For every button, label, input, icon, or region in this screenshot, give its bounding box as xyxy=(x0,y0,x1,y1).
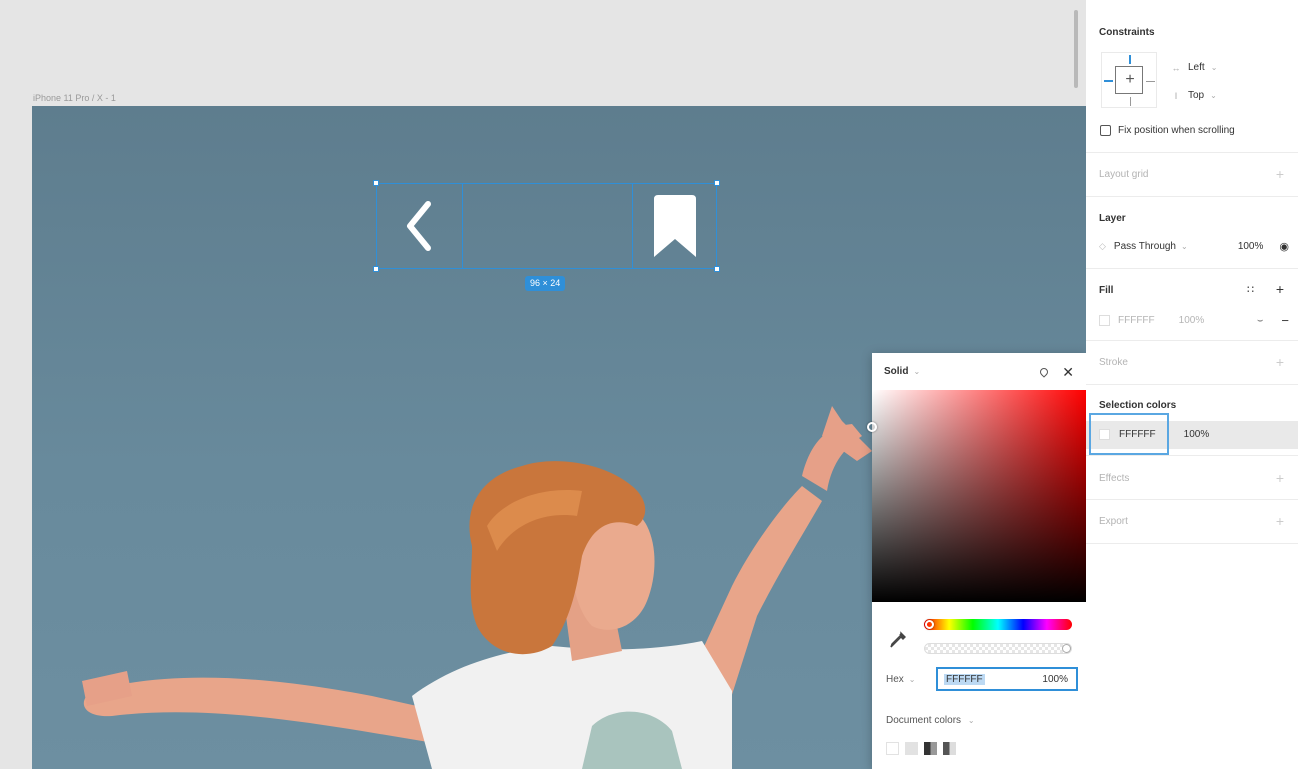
effects-section: Effects + xyxy=(1086,456,1298,500)
remove-fill-minus-icon[interactable]: − xyxy=(1281,313,1289,328)
fill-row: FFFFFF 100% ⌣ − xyxy=(1099,313,1289,328)
vertical-constraint-value: Top xyxy=(1188,90,1205,101)
stroke-section: Stroke + xyxy=(1086,341,1298,385)
constraint-bottom-line[interactable] xyxy=(1130,97,1131,106)
design-canvas[interactable]: iPhone 11 Pro / X - 1 96 × 24 Solid ⌄ ✕ … xyxy=(0,0,1086,769)
color-picker-header: Solid ⌄ ✕ xyxy=(872,353,1086,390)
horizontal-constraint-select[interactable]: ↔ Left ⌄ xyxy=(1170,62,1218,73)
chevron-down-icon[interactable]: ⌄ xyxy=(909,675,916,684)
figma-editor: iPhone 11 Pro / X - 1 96 × 24 Solid ⌄ ✕ … xyxy=(0,0,1298,769)
document-swatch[interactable] xyxy=(943,742,956,755)
effects-title: Effects xyxy=(1099,473,1130,484)
chevron-down-icon[interactable]: ⌄ xyxy=(1181,242,1188,251)
add-fill-plus-icon[interactable]: + xyxy=(1276,282,1284,296)
fill-mode-select[interactable]: Solid xyxy=(884,366,908,377)
document-swatches xyxy=(886,742,956,755)
constraint-top-line[interactable] xyxy=(1129,55,1131,64)
color-picker-popover[interactable]: Solid ⌄ ✕ Hex ⌄ FFFFFF 100% Document col… xyxy=(867,353,1086,769)
properties-panel: Constraints + ↔ Left ⌄ I Top ⌄ Fix posit… xyxy=(1086,0,1298,769)
constraint-right-line[interactable] xyxy=(1146,81,1155,82)
layout-grid-title: Layout grid xyxy=(1099,169,1149,180)
chevron-down-icon: ⌄ xyxy=(1210,63,1218,72)
fill-hex-input[interactable]: FFFFFF xyxy=(1118,315,1155,326)
blend-mode-select[interactable]: Pass Through xyxy=(1114,241,1176,252)
layer-opacity-input[interactable]: 100% xyxy=(1238,241,1264,252)
fix-position-checkbox[interactable] xyxy=(1100,125,1111,136)
hex-input-value[interactable]: FFFFFF xyxy=(944,673,985,685)
document-colors-select[interactable]: Document colors ⌄ xyxy=(886,715,975,726)
document-colors-label: Document colors xyxy=(886,715,962,726)
selection-colors-title: Selection colors xyxy=(1099,400,1177,411)
vertical-constraint-select[interactable]: I Top ⌄ xyxy=(1170,90,1217,101)
selection-divider xyxy=(462,184,463,268)
resize-handle-top-right[interactable] xyxy=(714,180,720,186)
document-swatch[interactable] xyxy=(886,742,899,755)
layer-row: ◇ Pass Through ⌄ 100% ◉ xyxy=(1099,240,1289,253)
saturation-brightness-field[interactable] xyxy=(867,390,1086,602)
selection-size-badge: 96 × 24 xyxy=(525,276,566,291)
selection-color-opacity[interactable]: 100% xyxy=(1184,429,1210,440)
blend-mode-icon: ◇ xyxy=(1099,241,1106,251)
hex-input[interactable]: FFFFFF 100% xyxy=(936,667,1078,691)
layer-title: Layer xyxy=(1099,213,1126,224)
fill-title: Fill xyxy=(1099,285,1114,296)
document-swatch[interactable] xyxy=(905,742,918,755)
hue-slider-knob[interactable] xyxy=(925,620,934,629)
chevron-down-icon[interactable]: ⌄ xyxy=(913,367,920,376)
fill-swatch[interactable] xyxy=(1099,315,1110,326)
add-layout-grid-plus-icon[interactable]: + xyxy=(1276,167,1284,181)
stroke-title: Stroke xyxy=(1099,357,1128,368)
export-section: Export + xyxy=(1086,500,1298,544)
selection-color-highlight xyxy=(1089,413,1169,455)
constraint-left-line[interactable] xyxy=(1104,80,1113,82)
vertical-constraint-icon: I xyxy=(1174,90,1178,101)
bookmark-icon[interactable] xyxy=(650,193,700,259)
fill-section: Fill ∷ + FFFFFF 100% ⌣ − xyxy=(1086,269,1298,341)
frame-label[interactable]: iPhone 11 Pro / X - 1 xyxy=(33,93,116,103)
resize-handle-top-left[interactable] xyxy=(373,180,379,186)
document-swatch[interactable] xyxy=(924,742,937,755)
add-stroke-plus-icon[interactable]: + xyxy=(1276,355,1284,369)
color-format-select[interactable]: Hex xyxy=(886,674,904,685)
style-drop-icon[interactable] xyxy=(1038,365,1050,378)
plus-icon: + xyxy=(1125,71,1135,88)
horizontal-constraint-value: Left xyxy=(1188,62,1205,73)
chevron-down-icon: ⌄ xyxy=(1210,91,1217,100)
constraints-title: Constraints xyxy=(1099,27,1155,38)
opacity-slider-knob[interactable] xyxy=(1062,644,1071,653)
fill-styles-grid-icon[interactable]: ∷ xyxy=(1247,283,1254,296)
horizontal-constraint-icon: ↔ xyxy=(1171,62,1181,73)
add-export-plus-icon[interactable]: + xyxy=(1276,514,1284,528)
hex-row: Hex ⌄ FFFFFF 100% xyxy=(886,667,1078,691)
eyedropper-icon[interactable] xyxy=(889,631,907,649)
opacity-input[interactable]: 100% xyxy=(1042,674,1068,685)
constraints-section: Constraints + ↔ Left ⌄ I Top ⌄ Fix posit… xyxy=(1086,0,1298,153)
back-chevron-icon[interactable] xyxy=(400,198,436,254)
color-knob[interactable] xyxy=(867,422,877,432)
chevron-down-icon[interactable]: ⌄ xyxy=(968,716,975,725)
close-icon[interactable]: ✕ xyxy=(1062,365,1074,379)
selection-divider xyxy=(632,184,633,268)
eye-closed-icon[interactable]: ⌣ xyxy=(1257,315,1264,326)
opacity-slider[interactable] xyxy=(924,643,1072,654)
export-title: Export xyxy=(1099,516,1128,527)
layout-grid-section: Layout grid + xyxy=(1086,153,1298,197)
canvas-scrollbar[interactable] xyxy=(1074,10,1078,88)
add-effect-plus-icon[interactable]: + xyxy=(1276,471,1284,485)
constraints-widget[interactable]: + xyxy=(1101,52,1157,108)
hue-slider[interactable] xyxy=(924,619,1072,630)
resize-handle-bottom-left[interactable] xyxy=(373,266,379,272)
fill-opacity-input[interactable]: 100% xyxy=(1179,315,1205,326)
fix-position-label[interactable]: Fix position when scrolling xyxy=(1118,125,1235,136)
resize-handle-bottom-right[interactable] xyxy=(714,266,720,272)
eye-icon[interactable]: ◉ xyxy=(1279,240,1289,253)
constraint-inner-box: + xyxy=(1115,66,1143,94)
layer-section: Layer ◇ Pass Through ⌄ 100% ◉ xyxy=(1086,197,1298,269)
